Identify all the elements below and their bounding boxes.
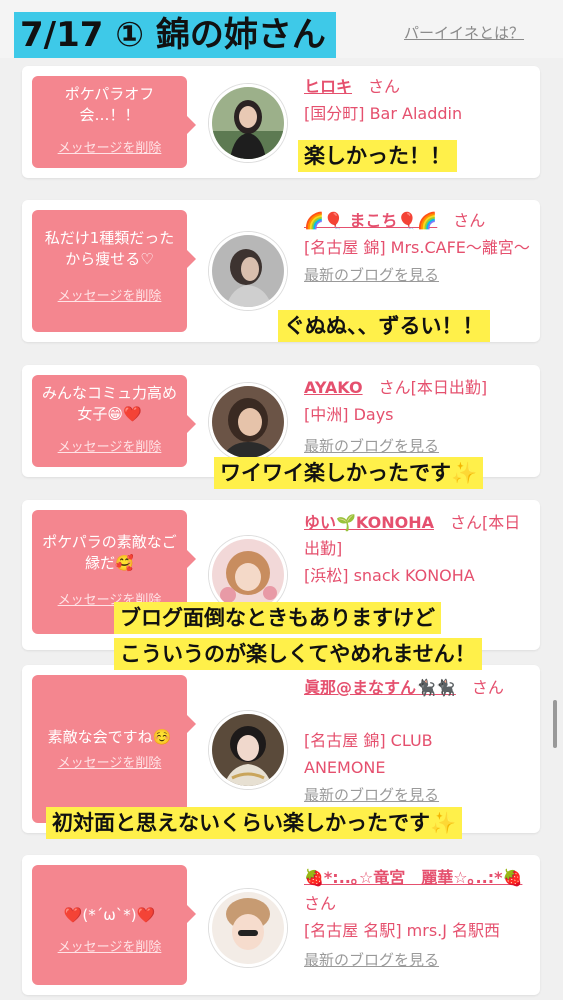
honorific: さん bbox=[471, 678, 504, 697]
highlight-caption-line-1: ブログ面倒なときもありますけど bbox=[114, 602, 441, 634]
avatar-photo bbox=[212, 539, 284, 611]
cast-name-link[interactable]: 🍓*:..｡☆竜宮 麗華☆｡..:*🍓 bbox=[304, 868, 522, 887]
page-title: 7/17 ① 錦の姉さん bbox=[14, 12, 336, 58]
card-yui-konoha: ポケパラの素敵なご縁だ🥰 メッセージを削除 ゆい🌱KONOHA さん[本日出勤]… bbox=[22, 500, 540, 670]
message-bubble: ポケパラオフ会…！！ メッセージを削除 bbox=[32, 76, 196, 168]
shop-name: [浜松] snack KONOHA bbox=[304, 566, 475, 585]
latest-blog-link[interactable]: 最新のブログを見る bbox=[304, 263, 530, 287]
attendance-status: [本日出勤] bbox=[410, 378, 488, 397]
honorific: さん bbox=[378, 378, 411, 397]
message-text: みんなコミュ力高め女子😁❤️ bbox=[41, 384, 177, 423]
cast-info: 🌈🎈 まこち🎈🌈 さん [名古屋 錦] Mrs.CAFE〜離宮〜 最新のブログを… bbox=[304, 208, 530, 287]
honorific: さん bbox=[453, 211, 486, 230]
cast-info: AYAKO さん[本日出勤] [中洲] Days 最新のブログを見る bbox=[304, 375, 530, 458]
latest-blog-link[interactable]: 最新のブログを見る bbox=[304, 783, 530, 807]
highlight-caption: 楽しかった！！ bbox=[298, 140, 457, 172]
delete-message-link[interactable]: メッセージを削除 bbox=[32, 436, 187, 455]
highlight-caption: 初対面と思えないくらい楽しかったです✨ bbox=[46, 807, 463, 839]
shop-name: [名古屋 錦] Mrs.CAFE〜離宮〜 bbox=[304, 238, 530, 257]
avatar[interactable] bbox=[209, 84, 287, 162]
shop-name: [中洲] Days bbox=[304, 405, 394, 424]
about-pa-iine-link[interactable]: パーイイネとは？ bbox=[404, 22, 524, 43]
message-bubble: 素敵な会ですね☺️ メッセージを削除 bbox=[32, 675, 196, 823]
latest-blog-link[interactable]: 最新のブログを見る bbox=[304, 948, 530, 972]
message-text: ポケパラの素敵なご縁だ🥰 bbox=[42, 533, 177, 572]
highlight-caption: ぐぬぬ、、ずるい！！ bbox=[278, 310, 490, 342]
cast-info: ゆい🌱KONOHA さん[本日出勤] [浜松] snack KONOHA bbox=[304, 510, 530, 589]
avatar[interactable] bbox=[209, 383, 287, 461]
message-text: 素敵な会ですね☺️ bbox=[47, 728, 172, 746]
honorific: さん bbox=[368, 77, 401, 96]
highlight-caption: ワイワイ楽しかったです✨ bbox=[214, 457, 484, 489]
delete-message-link[interactable]: メッセージを削除 bbox=[32, 752, 187, 771]
shop-name: [国分町] Bar Aladdin bbox=[304, 104, 463, 123]
scrollbar[interactable] bbox=[553, 700, 557, 748]
card-makochi: 私だけ1種類だったから痩せる♡ メッセージを削除 🌈🎈 まこち🎈🌈 さん [名古… bbox=[22, 200, 540, 342]
honorific: さん bbox=[450, 513, 483, 532]
cast-name-link[interactable]: AYAKO bbox=[304, 378, 363, 397]
cast-info: 眞那@まなすん🐈‍⬛🐈‍⬛ さん [名古屋 錦] CLUB ANEMONE 最新… bbox=[304, 675, 530, 807]
card-hiroki: ポケパラオフ会…！！ メッセージを削除 ヒロキ さん [国分町] Bar Ala… bbox=[22, 66, 540, 178]
honorific: さん bbox=[304, 894, 337, 913]
cast-info: ヒロキ さん [国分町] Bar Aladdin bbox=[304, 74, 530, 127]
avatar-photo bbox=[212, 235, 284, 307]
message-bubble: 私だけ1種類だったから痩せる♡ メッセージを削除 bbox=[32, 210, 196, 332]
cast-name-link[interactable]: 眞那@まなすん🐈‍⬛🐈‍⬛ bbox=[304, 678, 456, 697]
message-text: 私だけ1種類だったから痩せる♡ bbox=[44, 229, 175, 268]
cast-name-link[interactable]: ゆい🌱KONOHA bbox=[304, 513, 434, 532]
card-mana: 素敵な会ですね☺️ メッセージを削除 眞那@まなすん🐈‍⬛🐈‍⬛ さん [名古屋… bbox=[22, 665, 540, 839]
avatar-photo bbox=[212, 87, 284, 159]
card-ryugu-reika: ❤️(*´ω`*)❤️ メッセージを削除 🍓*:..｡☆竜宮 麗華☆｡..:*🍓… bbox=[22, 855, 540, 995]
delete-message-link[interactable]: メッセージを削除 bbox=[32, 137, 187, 156]
cast-name-link[interactable]: ヒロキ bbox=[304, 77, 352, 96]
avatar[interactable] bbox=[209, 711, 287, 789]
message-bubble: みんなコミュ力高め女子😁❤️ メッセージを削除 bbox=[32, 375, 196, 467]
shop-name: [名古屋 名駅] mrs.J 名駅西 bbox=[304, 921, 501, 940]
cast-info: 🍓*:..｡☆竜宮 麗華☆｡..:*🍓 さん [名古屋 名駅] mrs.J 名駅… bbox=[304, 865, 530, 972]
delete-message-link[interactable]: メッセージを削除 bbox=[32, 936, 187, 955]
message-bubble: ❤️(*´ω`*)❤️ メッセージを削除 bbox=[32, 865, 196, 985]
message-text: ポケパラオフ会…！！ bbox=[64, 85, 155, 124]
avatar-photo bbox=[212, 892, 284, 964]
message-text: ❤️(*´ω`*)❤️ bbox=[63, 906, 156, 924]
shop-name: [名古屋 錦] CLUB ANEMONE bbox=[304, 731, 433, 777]
avatar-photo bbox=[212, 714, 284, 786]
latest-blog-link[interactable]: 最新のブログを見る bbox=[304, 434, 530, 458]
avatar-photo bbox=[212, 386, 284, 458]
cast-name-link[interactable]: 🌈🎈 まこち🎈🌈 bbox=[304, 211, 437, 230]
delete-message-link[interactable]: メッセージを削除 bbox=[32, 285, 187, 304]
highlight-caption-line-2: こういうのが楽しくてやめれません！ bbox=[114, 638, 482, 670]
avatar[interactable] bbox=[209, 232, 287, 310]
avatar[interactable] bbox=[209, 889, 287, 967]
card-ayako: みんなコミュ力高め女子😁❤️ メッセージを削除 AYAKO さん[本日出勤] [… bbox=[22, 365, 540, 489]
